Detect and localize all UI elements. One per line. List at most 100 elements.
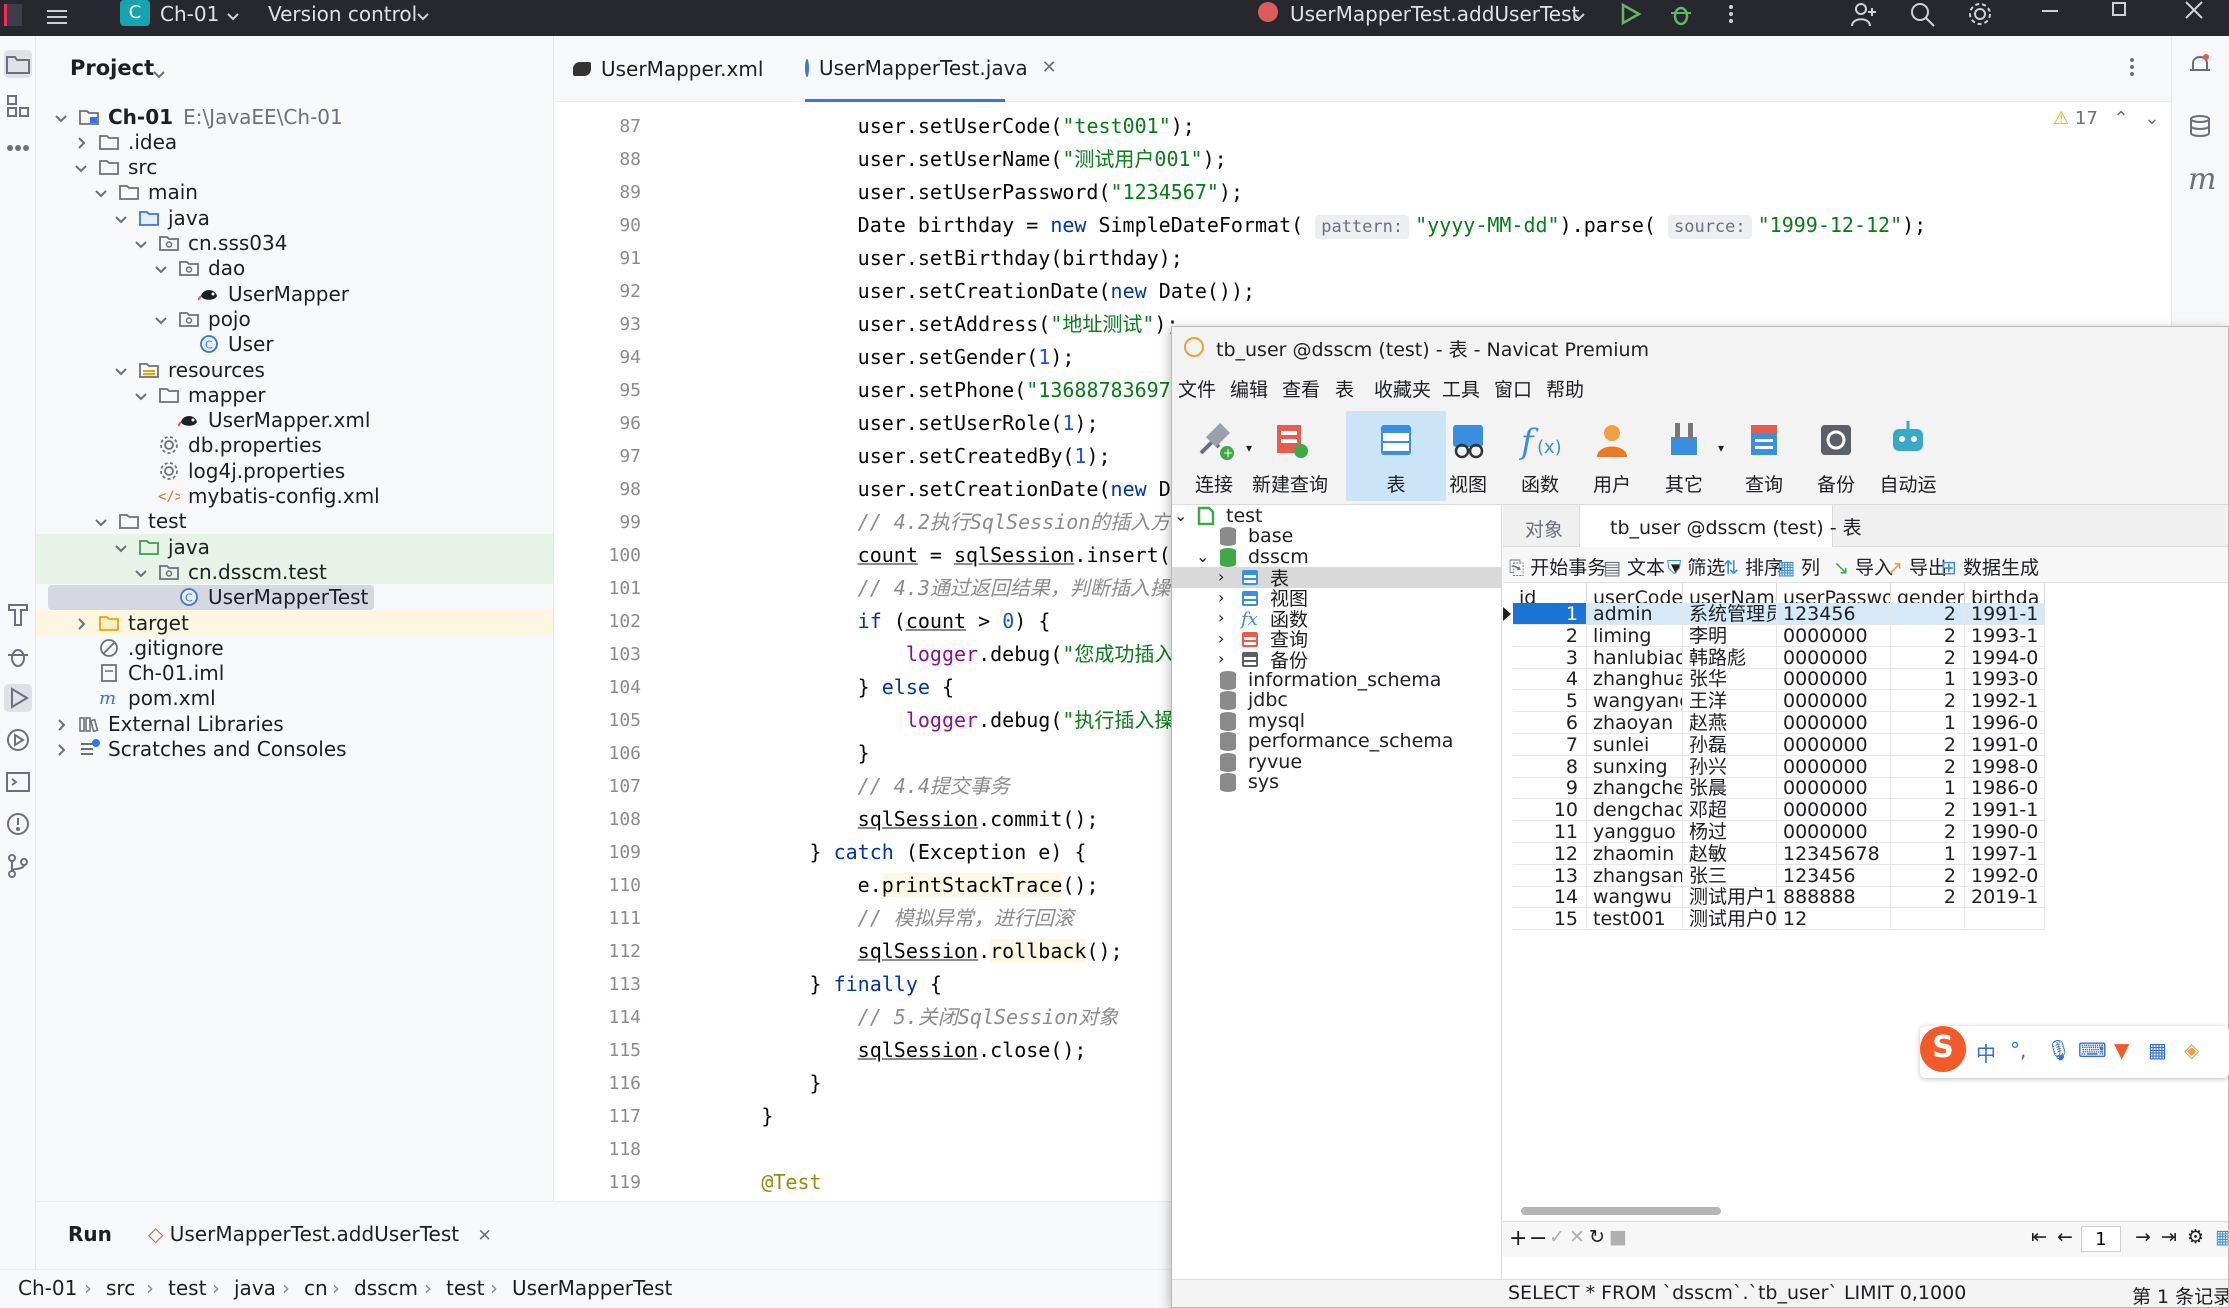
breadcrumb-item[interactable]: java [234, 1276, 276, 1300]
table-cell[interactable]: 0000000 [1777, 690, 1891, 713]
breadcrumb-item[interactable]: cn [304, 1276, 328, 1300]
terminal-tool-icon[interactable] [4, 768, 32, 796]
navicat-tree-item[interactable]: base [1172, 525, 1502, 547]
minimize-icon[interactable] [2042, 10, 2058, 12]
first-page-button[interactable]: ⇤ [2031, 1226, 2047, 1248]
table-cell[interactable]: 0000000 [1777, 799, 1891, 822]
skin-icon[interactable]: ▼ [2114, 1038, 2129, 1062]
menu-help[interactable]: 帮助 [1546, 375, 1584, 402]
run-tool-icon[interactable] [4, 684, 32, 712]
export-button[interactable]: ↗ 导出 [1887, 553, 1947, 580]
breadcrumb-item[interactable]: Ch-01 [18, 1276, 77, 1300]
table-cell[interactable]: 8 [1513, 755, 1587, 778]
tree-item[interactable]: C UserMapperTest [36, 584, 553, 610]
table-cell[interactable]: hanlubiao [1587, 646, 1683, 669]
table-cell[interactable] [1965, 908, 2045, 931]
horizontal-scrollbar[interactable] [1503, 1201, 2228, 1221]
table-cell[interactable]: 888888 [1777, 886, 1891, 909]
table-cell[interactable]: 10 [1513, 799, 1587, 822]
table-row[interactable]: 1 admin 系统管理员 123456 2 1991-1 [1503, 603, 2228, 625]
data-grid[interactable]: iduserCodeuserNameuserPasswordgenderbirt… [1503, 583, 2228, 1095]
ime-punctuation-toggle[interactable]: °, [2010, 1038, 2026, 1062]
tree-item[interactable]: cn.dsscm.test [36, 559, 553, 585]
table-cell[interactable]: 王洋 [1683, 690, 1777, 713]
table-cell[interactable]: 系统管理员 [1683, 603, 1777, 625]
run-icon[interactable] [1618, 2, 1642, 31]
filter-button[interactable]: ⛉ 筛选 [1667, 553, 1725, 580]
navicat-tree-item[interactable]: performance_schema [1172, 730, 1502, 752]
menu-file[interactable]: 文件 [1178, 375, 1216, 402]
chevron-down-icon[interactable] [132, 563, 150, 581]
tree-item[interactable]: .gitignore [36, 635, 553, 660]
begin-transaction-button[interactable]: ⎘ 开始事务 [1509, 553, 1606, 580]
chevron-down-icon[interactable] [72, 158, 90, 176]
last-page-button[interactable]: ⇥ [2161, 1226, 2177, 1248]
project-badge[interactable]: C [120, 0, 150, 26]
tree-item[interactable]: m pom.xml [36, 686, 553, 711]
table-cell[interactable]: zhanghua [1587, 668, 1683, 691]
navicat-tree-item[interactable]: information_schema [1172, 669, 1502, 691]
table-cell[interactable]: 1991-1 [1965, 799, 2045, 822]
project-switcher[interactable]: Ch-01 [160, 2, 219, 26]
tree-item[interactable]: UserMapper.xml [36, 408, 553, 433]
chevron-down-icon[interactable]: ⌄ [2144, 108, 2159, 129]
table-cell[interactable]: 1990-0 [1965, 821, 2045, 843]
table-cell[interactable]: 孙磊 [1683, 733, 1777, 756]
tab-usermapper-xml[interactable]: UserMapper.xml [573, 36, 763, 102]
refresh-icon[interactable]: ↻ [1589, 1226, 1605, 1248]
close-window-icon[interactable] [2182, 0, 2204, 27]
table-cell[interactable]: 0000000 [1777, 712, 1891, 734]
tree-item[interactable]: C User [36, 332, 553, 357]
table-cell[interactable]: 0000000 [1777, 821, 1891, 843]
delete-record-button[interactable]: − [1529, 1226, 1547, 1251]
table-cell[interactable]: 2019-1 [1965, 886, 2045, 909]
tree-item[interactable]: log4j.properties [36, 458, 553, 483]
table-cell[interactable]: 2 [1891, 864, 1965, 887]
tab-objects[interactable]: 对象 [1525, 515, 1563, 542]
table-cell[interactable]: 123456 [1777, 603, 1891, 625]
project-tool-icon[interactable] [4, 50, 32, 78]
tree-item[interactable]: UserMapper [36, 281, 553, 306]
chevron-right-icon[interactable]: › [1218, 589, 1232, 605]
menu-window[interactable]: 窗口 [1494, 375, 1532, 402]
table-cell[interactable]: 张三 [1683, 864, 1777, 887]
git-tool-icon[interactable] [4, 852, 32, 880]
tree-item[interactable]: db.properties [36, 433, 553, 458]
toolbar-new-query-button[interactable]: 新建查询 [1240, 411, 1340, 501]
table-cell[interactable]: 杨过 [1683, 821, 1777, 843]
table-cell[interactable]: 6 [1513, 712, 1587, 734]
table-row[interactable]: 2 liming 李明 0000000 2 1993-1 [1503, 624, 2228, 647]
table-cell[interactable]: 4 [1513, 668, 1587, 691]
table-cell[interactable]: 孙兴 [1683, 755, 1777, 778]
tree-item[interactable]: Ch-01 E:\JavaEE\Ch-01 [36, 104, 553, 129]
chevron-down-icon[interactable] [92, 183, 110, 201]
scrollbar-thumb[interactable] [1521, 1207, 1721, 1215]
table-cell[interactable]: 15 [1513, 908, 1587, 931]
table-row[interactable]: 14 wangwu 测试用户1 888888 2 2019-1 [1503, 886, 2228, 909]
apply-changes-button[interactable]: ✓ [1549, 1226, 1565, 1248]
tree-item[interactable]: Ch-01.iml [36, 661, 553, 686]
table-row[interactable]: 4 zhanghua 张华 0000000 1 1993-0 [1503, 668, 2228, 691]
table-cell[interactable]: 1992-0 [1965, 864, 2045, 887]
table-cell[interactable]: 2 [1891, 690, 1965, 713]
navicat-tree-item[interactable]: › 查询 [1172, 628, 1502, 651]
chevron-right-icon[interactable]: › [1218, 651, 1232, 667]
main-menu-icon[interactable] [44, 4, 70, 30]
chevron-down-icon[interactable] [152, 259, 170, 277]
problems-tool-icon[interactable] [4, 810, 32, 838]
table-cell[interactable]: 2 [1891, 646, 1965, 669]
chevron-down-icon[interactable] [112, 209, 130, 227]
tree-item[interactable]: Scratches and Consoles [36, 737, 553, 762]
table-row[interactable]: 10 dengchao 邓超 0000000 2 1991-1 [1503, 799, 2228, 822]
navicat-tree-item[interactable]: ⌄ dsscm [1172, 546, 1502, 568]
maven-tool-icon[interactable]: m [2188, 162, 2216, 197]
table-cell[interactable]: 2 [1891, 624, 1965, 647]
columns-button[interactable]: ▦ 列 [1777, 553, 1820, 580]
table-row[interactable]: 15test001测试用户00112 [1503, 908, 2228, 931]
table-cell[interactable]: zhangsan [1587, 864, 1683, 887]
table-row[interactable]: 8 sunxing 孙兴 0000000 2 1998-0 [1503, 755, 2228, 778]
table-cell[interactable]: 2 [1891, 799, 1965, 822]
table-cell[interactable]: 7 [1513, 733, 1587, 756]
grid-view-icon[interactable]: ▦ [2215, 1226, 2228, 1248]
table-cell[interactable]: 1991-0 [1965, 733, 2045, 756]
